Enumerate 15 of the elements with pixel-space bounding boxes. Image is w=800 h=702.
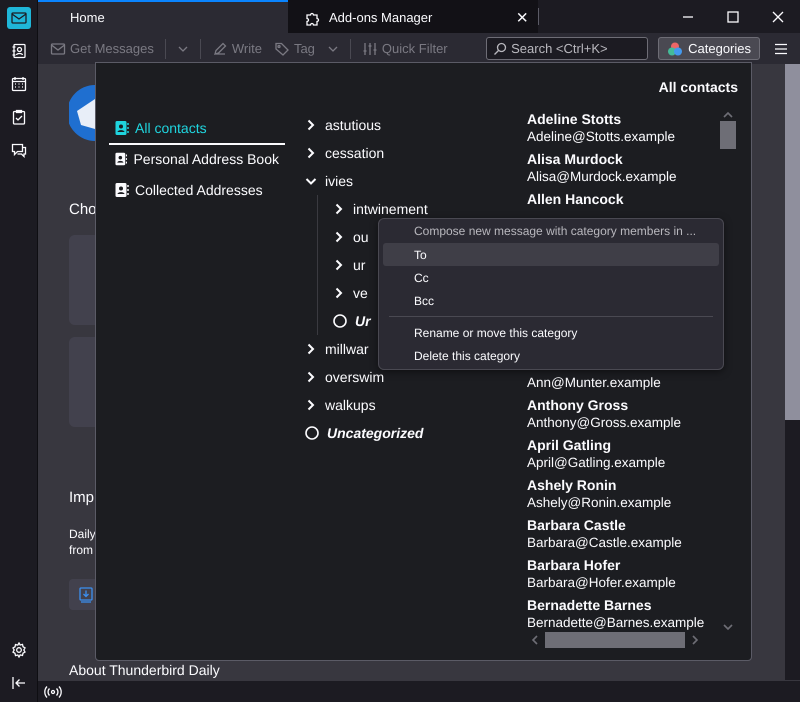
contact-email: Barbara@Castle.example — [527, 534, 683, 551]
contact-email: April@Gatling.example — [527, 454, 666, 471]
section-heading: Cho — [69, 201, 97, 218]
contact-email: Alisa@Murdock.example — [527, 168, 678, 185]
contact-email: Anthony@Gross.example — [527, 414, 682, 431]
contact-email: Barbara@Hofer.example — [527, 574, 677, 591]
section-heading: Imp — [69, 489, 94, 506]
panel-title: All contacts — [658, 79, 738, 97]
contact-email: Bernadette@Barnes.example — [527, 614, 706, 631]
menu-heading: Compose new message with category members in ... — [413, 223, 698, 240]
paragraph: Daily from — [69, 526, 96, 558]
contact-email: Ann@Munter.example — [527, 374, 662, 391]
contact-email: Adeline@Stotts.example — [527, 128, 676, 145]
contact-email: Ashely@Ronin.example — [527, 494, 672, 511]
section-heading: About Thunderbird Daily — [69, 662, 220, 678]
